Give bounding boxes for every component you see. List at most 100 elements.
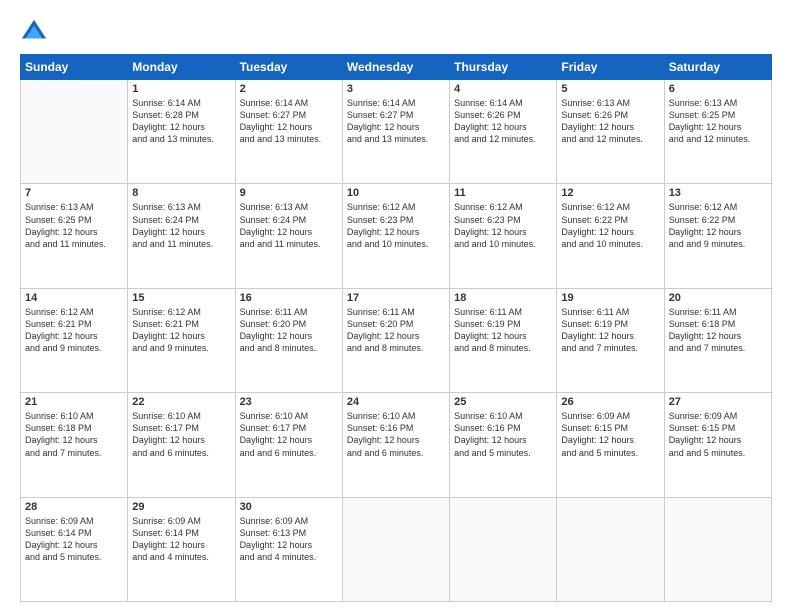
daylight-line2: and and 6 minutes. [347, 447, 445, 459]
day-info: Sunrise: 6:13 AMSunset: 6:24 PMDaylight:… [132, 201, 230, 250]
sunrise-text: Sunrise: 6:11 AM [347, 306, 445, 318]
weekday-header-thursday: Thursday [450, 55, 557, 80]
sunset-text: Sunset: 6:27 PM [240, 109, 338, 121]
calendar-cell: 14Sunrise: 6:12 AMSunset: 6:21 PMDayligh… [21, 288, 128, 392]
daylight-line1: Daylight: 12 hours [132, 121, 230, 133]
day-info: Sunrise: 6:11 AMSunset: 6:20 PMDaylight:… [240, 306, 338, 355]
day-info: Sunrise: 6:09 AMSunset: 6:15 PMDaylight:… [669, 410, 767, 459]
daylight-line2: and and 11 minutes. [240, 238, 338, 250]
sunset-text: Sunset: 6:22 PM [561, 214, 659, 226]
daylight-line1: Daylight: 12 hours [454, 330, 552, 342]
daylight-line1: Daylight: 12 hours [240, 434, 338, 446]
day-number: 24 [347, 396, 445, 408]
day-info: Sunrise: 6:09 AMSunset: 6:14 PMDaylight:… [25, 515, 123, 564]
sunrise-text: Sunrise: 6:12 AM [454, 201, 552, 213]
day-number: 29 [132, 501, 230, 513]
day-number: 21 [25, 396, 123, 408]
sunrise-text: Sunrise: 6:13 AM [25, 201, 123, 213]
daylight-line1: Daylight: 12 hours [240, 226, 338, 238]
day-number: 26 [561, 396, 659, 408]
sunrise-text: Sunrise: 6:09 AM [561, 410, 659, 422]
sunrise-text: Sunrise: 6:10 AM [132, 410, 230, 422]
daylight-line1: Daylight: 12 hours [240, 330, 338, 342]
calendar-cell: 24 Sunrise: 6:10 AMSunset: 6:16 PMDayligh… [342, 393, 449, 497]
calendar-cell: 29Sunrise: 6:09 AMSunset: 6:14 PMDayligh… [128, 497, 235, 601]
weekday-header-wednesday: Wednesday [342, 55, 449, 80]
sunset-text: Sunset: 6:15 PM [669, 422, 767, 434]
calendar-cell: 10Sunrise: 6:12 AMSunset: 6:23 PMDayligh… [342, 184, 449, 288]
day-info: Sunrise: 6:11 AMSunset: 6:19 PMDaylight:… [454, 306, 552, 355]
weekday-header-friday: Friday [557, 55, 664, 80]
daylight-line2: and and 10 minutes. [347, 238, 445, 250]
sunrise-text: Sunrise: 6:13 AM [132, 201, 230, 213]
sunrise-text: Sunrise: 6:10 AM [347, 410, 445, 422]
daylight-line1: Daylight: 12 hours [240, 539, 338, 551]
day-info: Sunrise: 6:09 AMSunset: 6:13 PMDaylight:… [240, 515, 338, 564]
logo [20, 18, 52, 46]
calendar-cell: 4Sunrise: 6:14 AMSunset: 6:26 PMDaylight… [450, 80, 557, 184]
daylight-line1: Daylight: 12 hours [561, 330, 659, 342]
sunset-text: Sunset: 6:15 PM [561, 422, 659, 434]
daylight-line2: and and 10 minutes. [561, 238, 659, 250]
sunrise-text: Sunrise: 6:14 AM [347, 97, 445, 109]
daylight-line1: Daylight: 12 hours [669, 121, 767, 133]
daylight-line1: Daylight: 12 hours [669, 434, 767, 446]
day-info: Sunrise: 6:13 AMSunset: 6:26 PMDaylight:… [561, 97, 659, 146]
daylight-line1: Daylight: 12 hours [25, 539, 123, 551]
sunrise-text: Sunrise: 6:13 AM [561, 97, 659, 109]
day-info: Sunrise: 6:12 AMSunset: 6:22 PMDaylight:… [669, 201, 767, 250]
logo-icon [20, 18, 48, 46]
calendar-body: 1 Sunrise: 6:14 AMSunset: 6:28 PMDaylight… [21, 80, 772, 602]
sunrise-text: Sunrise: 6:09 AM [25, 515, 123, 527]
sunset-text: Sunset: 6:19 PM [561, 318, 659, 330]
sunrise-text: Sunrise: 6:11 AM [240, 306, 338, 318]
sunrise-text: Sunrise: 6:11 AM [454, 306, 552, 318]
calendar-cell: 13Sunrise: 6:12 AMSunset: 6:22 PMDayligh… [664, 184, 771, 288]
sunrise-text: Sunrise: 6:12 AM [347, 201, 445, 213]
daylight-line1: Daylight: 12 hours [347, 434, 445, 446]
daylight-line1: Daylight: 12 hours [25, 226, 123, 238]
calendar-cell: 23Sunrise: 6:10 AMSunset: 6:17 PMDayligh… [235, 393, 342, 497]
day-info: Sunrise: 6:13 AMSunset: 6:24 PMDaylight:… [240, 201, 338, 250]
sunset-text: Sunset: 6:16 PM [347, 422, 445, 434]
sunset-text: Sunset: 6:14 PM [132, 527, 230, 539]
weekday-header-monday: Monday [128, 55, 235, 80]
sunrise-text: Sunrise: 6:14 AM [454, 97, 552, 109]
calendar-cell: 30Sunrise: 6:09 AMSunset: 6:13 PMDayligh… [235, 497, 342, 601]
daylight-line1: Daylight: 12 hours [669, 330, 767, 342]
day-info: Sunrise: 6:14 AMSunset: 6:27 PMDaylight:… [347, 97, 445, 146]
daylight-line1: Daylight: 12 hours [132, 330, 230, 342]
daylight-line1: Daylight: 12 hours [25, 434, 123, 446]
daylight-line1: Daylight: 12 hours [240, 121, 338, 133]
sunset-text: Sunset: 6:24 PM [240, 214, 338, 226]
daylight-line2: and and 6 minutes. [240, 447, 338, 459]
daylight-line1: Daylight: 12 hours [669, 226, 767, 238]
calendar-cell: 6Sunrise: 6:13 AMSunset: 6:25 PMDaylight… [664, 80, 771, 184]
daylight-line1: Daylight: 12 hours [347, 226, 445, 238]
sunset-text: Sunset: 6:21 PM [25, 318, 123, 330]
sunrise-text: Sunrise: 6:10 AM [25, 410, 123, 422]
daylight-line2: and and 7 minutes. [669, 342, 767, 354]
sunset-text: Sunset: 6:26 PM [454, 109, 552, 121]
calendar-cell: 3Sunrise: 6:14 AMSunset: 6:27 PMDaylight… [342, 80, 449, 184]
sunset-text: Sunset: 6:27 PM [347, 109, 445, 121]
daylight-line2: and and 13 minutes. [240, 133, 338, 145]
day-number: 1 [132, 83, 230, 95]
day-info: Sunrise: 6:10 AMSunset: 6:17 PMDaylight:… [240, 410, 338, 459]
sunrise-text: Sunrise: 6:09 AM [669, 410, 767, 422]
calendar-week-3: 14Sunrise: 6:12 AMSunset: 6:21 PMDayligh… [21, 288, 772, 392]
calendar-cell: 11Sunrise: 6:12 AMSunset: 6:23 PMDayligh… [450, 184, 557, 288]
day-number: 20 [669, 292, 767, 304]
day-info: Sunrise: 6:11 AMSunset: 6:18 PMDaylight:… [669, 306, 767, 355]
daylight-line1: Daylight: 12 hours [347, 330, 445, 342]
sunset-text: Sunset: 6:14 PM [25, 527, 123, 539]
day-info: Sunrise: 6:14 AMSunset: 6:28 PMDaylight:… [132, 97, 230, 146]
day-info: Sunrise: 6:12 AMSunset: 6:23 PMDaylight:… [454, 201, 552, 250]
sunset-text: Sunset: 6:25 PM [25, 214, 123, 226]
header [20, 18, 772, 46]
calendar-cell: 25Sunrise: 6:10 AMSunset: 6:16 PMDayligh… [450, 393, 557, 497]
sunset-text: Sunset: 6:17 PM [240, 422, 338, 434]
sunset-text: Sunset: 6:18 PM [669, 318, 767, 330]
daylight-line1: Daylight: 12 hours [561, 226, 659, 238]
calendar-cell: 9Sunrise: 6:13 AMSunset: 6:24 PMDaylight… [235, 184, 342, 288]
